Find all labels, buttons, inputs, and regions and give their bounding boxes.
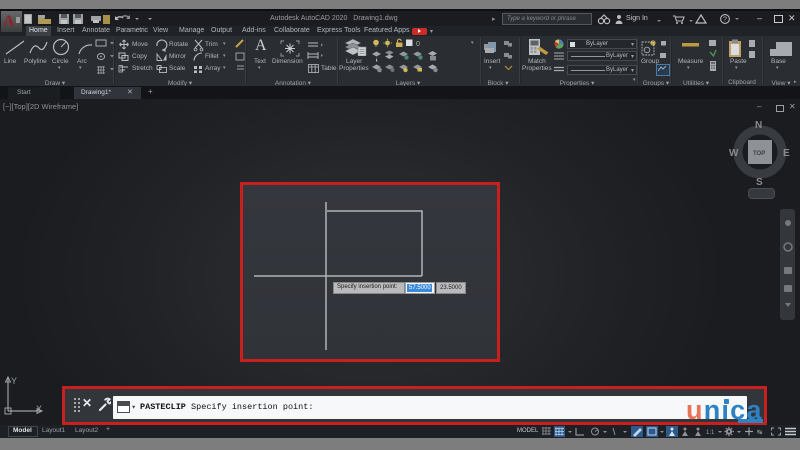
svg-text:TOP: TOP <box>753 151 765 157</box>
svg-text:0: 0 <box>416 41 420 48</box>
svg-text:W: W <box>729 148 739 159</box>
svg-text:1:1: 1:1 <box>706 430 715 436</box>
svg-text:↹: ↹ <box>757 429 763 436</box>
svg-text:N: N <box>755 120 762 131</box>
svg-text:S: S <box>756 177 763 188</box>
svg-text:E: E <box>783 148 790 159</box>
svg-text:X: X <box>36 404 42 414</box>
svg-text:?: ? <box>723 17 727 24</box>
svg-text:Y: Y <box>11 376 17 386</box>
